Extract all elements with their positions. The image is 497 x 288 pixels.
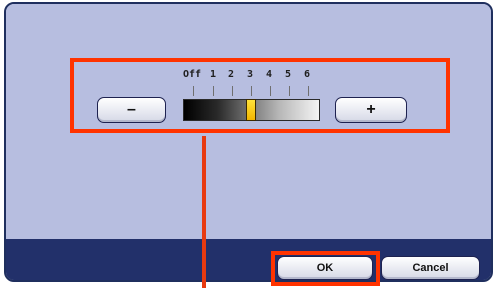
density-callout-box bbox=[70, 58, 450, 133]
cancel-button[interactable]: Cancel bbox=[381, 256, 480, 280]
ok-callout-box bbox=[271, 251, 380, 286]
touch-screen bbox=[4, 2, 493, 282]
callout-line bbox=[202, 136, 206, 288]
cancel-label: Cancel bbox=[412, 262, 449, 274]
device-panel: Off 1 2 3 4 5 6 – + OK Cancel bbox=[0, 0, 497, 288]
